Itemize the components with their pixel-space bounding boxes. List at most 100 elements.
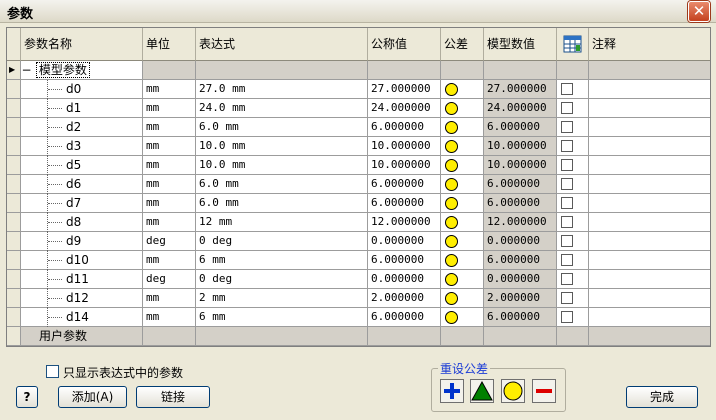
param-expression[interactable]: 12 mm — [196, 213, 368, 232]
param-tolerance[interactable] — [441, 156, 484, 175]
param-name[interactable]: d2 — [21, 118, 143, 137]
table-row[interactable]: d1 mm 24.0 mm 24.000000 24.000000 — [7, 99, 710, 118]
tolerance-circle-icon[interactable] — [445, 292, 458, 305]
link-button[interactable]: 链接 — [136, 386, 210, 408]
param-name[interactable]: d12 — [21, 289, 143, 308]
param-tolerance[interactable] — [441, 80, 484, 99]
row-header[interactable] — [7, 232, 21, 251]
param-name[interactable]: d10 — [21, 251, 143, 270]
export-checkbox[interactable] — [561, 216, 573, 228]
table-row[interactable]: d9 deg 0 deg 0.000000 0.000000 — [7, 232, 710, 251]
header-comment-icon-cell[interactable] — [557, 28, 589, 61]
param-tolerance[interactable] — [441, 232, 484, 251]
param-comment[interactable] — [589, 175, 710, 194]
group-model-cell[interactable]: − 模型参数 — [21, 61, 143, 80]
header-unit[interactable]: 单位 — [143, 28, 196, 61]
param-unit[interactable]: mm — [143, 251, 196, 270]
param-export[interactable] — [557, 232, 589, 251]
param-name[interactable]: d6 — [21, 175, 143, 194]
close-button[interactable]: ✕ — [688, 1, 710, 22]
group-row-model[interactable]: ▶ − 模型参数 — [7, 61, 710, 80]
table-row[interactable]: d2 mm 6.0 mm 6.000000 6.000000 — [7, 118, 710, 137]
param-name[interactable]: d5 — [21, 156, 143, 175]
tolerance-upper-button[interactable] — [440, 379, 464, 403]
param-tolerance[interactable] — [441, 194, 484, 213]
param-unit[interactable]: mm — [143, 118, 196, 137]
tolerance-circle-icon[interactable] — [445, 254, 458, 267]
param-expression[interactable]: 27.0 mm — [196, 80, 368, 99]
param-unit[interactable]: mm — [143, 156, 196, 175]
tolerance-circle-icon[interactable] — [445, 159, 458, 172]
header-tolerance[interactable]: 公差 — [441, 28, 484, 61]
filter-checkbox[interactable] — [46, 365, 59, 378]
table-row[interactable]: d11 deg 0 deg 0.000000 0.000000 — [7, 270, 710, 289]
param-tolerance[interactable] — [441, 308, 484, 327]
tolerance-circle-icon[interactable] — [445, 235, 458, 248]
param-comment[interactable] — [589, 251, 710, 270]
row-header[interactable] — [7, 175, 21, 194]
param-tolerance[interactable] — [441, 175, 484, 194]
param-export[interactable] — [557, 194, 589, 213]
export-checkbox[interactable] — [561, 311, 573, 323]
param-expression[interactable]: 6.0 mm — [196, 175, 368, 194]
tolerance-circle-icon[interactable] — [445, 140, 458, 153]
export-checkbox[interactable] — [561, 235, 573, 247]
export-checkbox[interactable] — [561, 102, 573, 114]
param-tolerance[interactable] — [441, 99, 484, 118]
param-unit[interactable]: deg — [143, 270, 196, 289]
header-name[interactable]: 参数名称 — [21, 28, 143, 61]
param-export[interactable] — [557, 270, 589, 289]
param-comment[interactable] — [589, 80, 710, 99]
param-expression[interactable]: 10.0 mm — [196, 156, 368, 175]
param-export[interactable] — [557, 289, 589, 308]
param-tolerance[interactable] — [441, 251, 484, 270]
table-row[interactable]: d14 mm 6 mm 6.000000 6.000000 — [7, 308, 710, 327]
add-button[interactable]: 添加(A) — [58, 386, 127, 408]
param-unit[interactable]: mm — [143, 308, 196, 327]
table-row[interactable]: d8 mm 12 mm 12.000000 12.000000 — [7, 213, 710, 232]
tolerance-mean-button[interactable] — [470, 379, 494, 403]
param-expression[interactable]: 24.0 mm — [196, 99, 368, 118]
param-tolerance[interactable] — [441, 270, 484, 289]
param-tolerance[interactable] — [441, 213, 484, 232]
param-tolerance[interactable] — [441, 137, 484, 156]
param-comment[interactable] — [589, 194, 710, 213]
param-name[interactable]: d3 — [21, 137, 143, 156]
param-comment[interactable] — [589, 137, 710, 156]
row-header[interactable] — [7, 194, 21, 213]
param-unit[interactable]: mm — [143, 80, 196, 99]
row-header[interactable] — [7, 213, 21, 232]
param-tolerance[interactable] — [441, 289, 484, 308]
header-nominal[interactable]: 公称值 — [368, 28, 441, 61]
row-header[interactable] — [7, 308, 21, 327]
help-button[interactable]: ? — [16, 386, 38, 408]
export-checkbox[interactable] — [561, 254, 573, 266]
param-export[interactable] — [557, 99, 589, 118]
tolerance-circle-icon[interactable] — [445, 216, 458, 229]
param-comment[interactable] — [589, 289, 710, 308]
row-header[interactable] — [7, 156, 21, 175]
group-user-label[interactable]: 用户参数 — [21, 327, 143, 346]
param-unit[interactable]: mm — [143, 213, 196, 232]
param-export[interactable] — [557, 251, 589, 270]
table-row[interactable]: d0 mm 27.0 mm 27.000000 27.000000 — [7, 80, 710, 99]
tolerance-circle-icon[interactable] — [445, 273, 458, 286]
table-row[interactable]: d3 mm 10.0 mm 10.000000 10.000000 — [7, 137, 710, 156]
param-expression[interactable]: 6 mm — [196, 251, 368, 270]
param-comment[interactable] — [589, 270, 710, 289]
tolerance-circle-icon[interactable] — [445, 83, 458, 96]
row-header[interactable] — [7, 270, 21, 289]
export-checkbox[interactable] — [561, 292, 573, 304]
row-header[interactable] — [7, 80, 21, 99]
collapse-icon[interactable]: − — [21, 61, 32, 79]
param-unit[interactable]: mm — [143, 137, 196, 156]
tolerance-circle-icon[interactable] — [445, 102, 458, 115]
param-unit[interactable]: mm — [143, 289, 196, 308]
export-checkbox[interactable] — [561, 197, 573, 209]
param-name[interactable]: d9 — [21, 232, 143, 251]
current-row-marker[interactable]: ▶ — [7, 61, 21, 80]
export-checkbox[interactable] — [561, 83, 573, 95]
param-tolerance[interactable] — [441, 118, 484, 137]
param-unit[interactable]: mm — [143, 99, 196, 118]
param-expression[interactable]: 6.0 mm — [196, 194, 368, 213]
